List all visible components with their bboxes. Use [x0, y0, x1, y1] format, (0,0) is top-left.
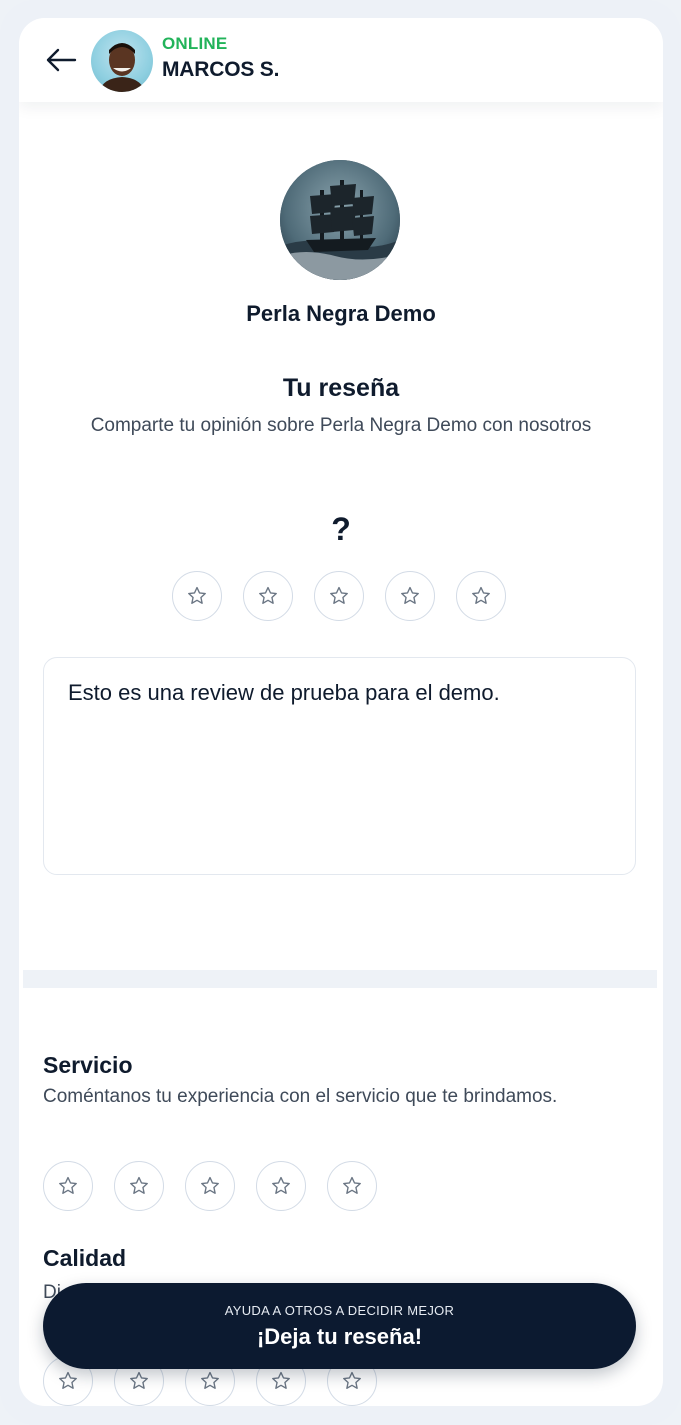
online-status: ONLINE — [162, 34, 228, 53]
servicio-star-button-2[interactable] — [114, 1161, 164, 1211]
pirate-ship-image — [280, 160, 400, 280]
avatar[interactable] — [91, 30, 153, 92]
star-button-3[interactable] — [314, 571, 364, 621]
star-outline-icon — [201, 1371, 219, 1389]
submit-review-button[interactable]: AYUDA A OTROS A DECIDIR MEJOR ¡Deja tu r… — [43, 1283, 636, 1369]
servicio-star-button-5[interactable] — [327, 1161, 377, 1211]
star-button-1[interactable] — [172, 571, 222, 621]
star-button-4[interactable] — [385, 571, 435, 621]
avatar-image — [99, 43, 145, 92]
overall-rating-stars — [172, 571, 506, 621]
app-screen: ONLINE MARCOS S. Perla Negra Demo Tu res… — [19, 18, 663, 1406]
servicio-star-button-4[interactable] — [256, 1161, 306, 1211]
business-logo — [280, 160, 400, 280]
star-outline-icon — [201, 1176, 219, 1194]
review-subtitle: Comparte tu opinión sobre Perla Negra De… — [90, 415, 592, 436]
star-outline-icon — [272, 1371, 290, 1389]
star-outline-icon — [59, 1371, 77, 1389]
section-divider — [23, 970, 657, 988]
star-button-2[interactable] — [243, 571, 293, 621]
contact-name: MARCOS S. — [162, 58, 280, 81]
star-outline-icon — [188, 586, 206, 604]
overall-rating-value: ? — [331, 511, 351, 547]
category-description-servicio: Coméntanos tu experiencia con el servici… — [43, 1086, 558, 1107]
arrow-left-icon — [46, 48, 77, 72]
star-outline-icon — [343, 1371, 361, 1389]
servicio-rating-stars — [43, 1161, 377, 1211]
star-outline-icon — [272, 1176, 290, 1194]
star-outline-icon — [401, 586, 419, 604]
business-name: Perla Negra Demo — [246, 301, 436, 326]
category-title-calidad: Calidad — [43, 1245, 127, 1271]
review-title: Tu reseña — [282, 374, 400, 402]
star-outline-icon — [472, 586, 490, 604]
cta-label: ¡Deja tu reseña! — [256, 1323, 423, 1349]
chat-header: ONLINE MARCOS S. — [19, 18, 663, 102]
device-frame: ONLINE MARCOS S. Perla Negra Demo Tu res… — [0, 0, 681, 1425]
review-text-field[interactable]: Esto es una review de prueba para el dem… — [43, 657, 636, 875]
star-outline-icon — [130, 1176, 148, 1194]
star-outline-icon — [59, 1176, 77, 1194]
star-outline-icon — [130, 1371, 148, 1389]
cta-subtitle: AYUDA A OTROS A DECIDIR MEJOR — [224, 1302, 455, 1318]
servicio-star-button-3[interactable] — [185, 1161, 235, 1211]
star-outline-icon — [259, 586, 277, 604]
star-outline-icon — [343, 1176, 361, 1194]
category-title-servicio: Servicio — [43, 1052, 133, 1078]
star-outline-icon — [330, 586, 348, 604]
servicio-star-button-1[interactable] — [43, 1161, 93, 1211]
back-button[interactable] — [43, 42, 79, 78]
star-button-5[interactable] — [456, 571, 506, 621]
